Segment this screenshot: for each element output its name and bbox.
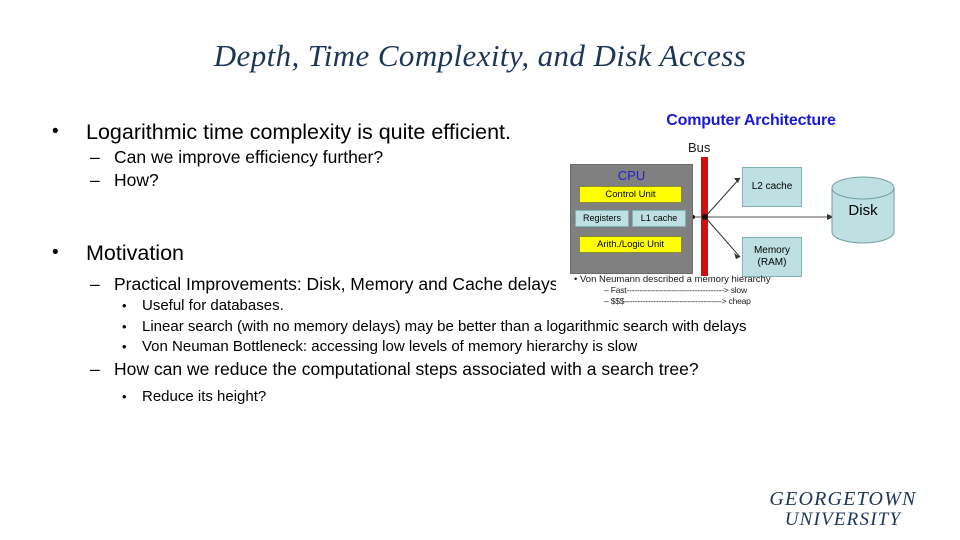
bullet-marker: – [90,170,100,190]
disk-label: Disk [848,202,878,219]
list-item-text: Reduce its height? [142,387,267,405]
cpu-box: CPU Control Unit Registers L1 cache Arit… [570,164,693,274]
bullet-marker: – [90,274,100,294]
figure-caption: • Von Neumann described a memory hierarc… [574,274,946,307]
bullet-marker: • [122,339,127,354]
list-item: • Von Neuman Bottleneck: accessing low l… [122,337,900,358]
memory-ram-line2: (RAM) [757,257,787,268]
bullet-marker: • [52,121,59,142]
logo-line-university: UNIVERSITY [784,509,902,530]
control-unit-box: Control Unit [579,186,682,203]
bus-bar [701,157,708,276]
computer-architecture-figure: Computer Architecture Bus CPU Control Un… [556,112,946,308]
figure-caption-line2: – Fast----------------------------------… [604,285,747,295]
page-title: Depth, Time Complexity, and Disk Access [213,38,747,73]
figure-heading: Computer Architecture [666,112,836,129]
bullet-marker: • [122,318,127,334]
registers-box: Registers [575,210,629,227]
list-item-text: How can we reduce the computational step… [114,358,699,379]
figure-caption-line3: – $$$-----------------------------------… [604,296,751,306]
list-item-text: Von Neuman Bottleneck: accessing low lev… [142,338,638,355]
l2-cache-box: L2 cache [742,167,802,207]
dash-marker: – [604,285,609,295]
georgetown-university-logo: GEORGETOWN UNIVERSITY [748,489,938,533]
bus-label: Bus [688,140,711,155]
bullet-marker: • [574,274,578,285]
bullet-marker: • [122,298,127,313]
arithmetic-logic-unit-box: Arith./Logic Unit [579,236,682,253]
list-item: • Linear search (with no memory delays) … [122,317,900,338]
logo-line-georgetown: GEORGETOWN [769,488,917,510]
bullet-marker: – [90,147,100,167]
dash-marker: – [604,296,609,306]
bullet-marker: • [122,388,127,404]
bullet-marker: • [52,242,59,263]
bullet-marker: – [90,358,100,379]
list-item: • Reduce its height? [122,387,900,408]
memory-ram-line1: Memory [753,245,791,256]
list-item-text: Linear search (with no memory delays) ma… [142,317,747,335]
cpu-label: CPU [617,168,646,183]
l1-cache-box: L1 cache [632,210,686,227]
memory-ram-box: Memory (RAM) [742,237,802,277]
list-item: – How can we reduce the computational st… [90,358,900,381]
figure-caption-line1: • Von Neumann described a memory hierarc… [574,274,771,285]
